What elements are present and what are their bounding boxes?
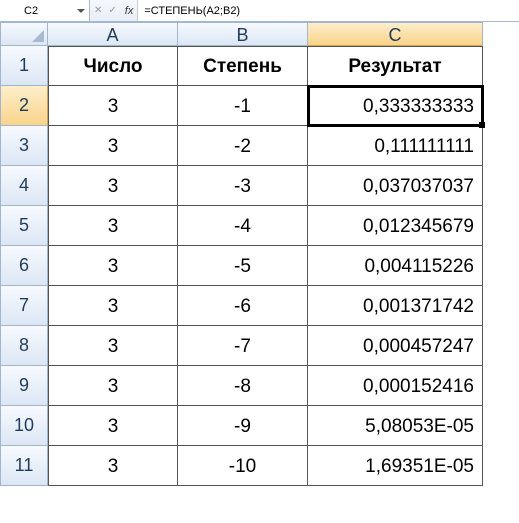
cell-c7[interactable]: 0,001371742 bbox=[308, 286, 483, 326]
cell-a2[interactable]: 3 bbox=[48, 86, 178, 126]
cell-c4[interactable]: 0,037037037 bbox=[308, 166, 483, 206]
row-header-7[interactable]: 7 bbox=[0, 286, 48, 326]
cell-a11[interactable]: 3 bbox=[48, 446, 178, 486]
cell-c6[interactable]: 0,004115226 bbox=[308, 246, 483, 286]
cell-b1[interactable]: Степень bbox=[178, 46, 308, 86]
column-header-a[interactable]: A bbox=[48, 22, 178, 46]
row-header-2[interactable]: 2 bbox=[0, 86, 48, 126]
cell-b10[interactable]: -9 bbox=[178, 406, 308, 446]
cell-c5[interactable]: 0,012345679 bbox=[308, 206, 483, 246]
cell-c11[interactable]: 1,69351E-05 bbox=[308, 446, 483, 486]
formula-bar: C2 ✕ ✓ fx =СТЕПЕНЬ(A2;B2) bbox=[0, 0, 519, 22]
cell-c3[interactable]: 0,111111111 bbox=[308, 126, 483, 166]
row-header-10[interactable]: 10 bbox=[0, 406, 48, 446]
row-header-5[interactable]: 5 bbox=[0, 206, 48, 246]
cell-a9[interactable]: 3 bbox=[48, 366, 178, 406]
name-box[interactable]: C2 bbox=[0, 0, 90, 21]
cell-c8[interactable]: 0,000457247 bbox=[308, 326, 483, 366]
cell-b2[interactable]: -1 bbox=[178, 86, 308, 126]
cell-b8[interactable]: -7 bbox=[178, 326, 308, 366]
cell-a7[interactable]: 3 bbox=[48, 286, 178, 326]
spreadsheet-grid: A B C 1 Число Степень Результат 2 3 -1 0… bbox=[0, 22, 519, 486]
fx-button[interactable]: fx bbox=[125, 5, 134, 17]
row-header-3[interactable]: 3 bbox=[0, 126, 48, 166]
cell-a6[interactable]: 3 bbox=[48, 246, 178, 286]
cell-b11[interactable]: -10 bbox=[178, 446, 308, 486]
row-header-4[interactable]: 4 bbox=[0, 166, 48, 206]
cell-a10[interactable]: 3 bbox=[48, 406, 178, 446]
cell-c1[interactable]: Результат bbox=[308, 46, 483, 86]
cell-b5[interactable]: -4 bbox=[178, 206, 308, 246]
row-header-6[interactable]: 6 bbox=[0, 246, 48, 286]
cell-a1[interactable]: Число bbox=[48, 46, 178, 86]
cell-b6[interactable]: -5 bbox=[178, 246, 308, 286]
cell-a5[interactable]: 3 bbox=[48, 206, 178, 246]
cell-b9[interactable]: -8 bbox=[178, 366, 308, 406]
cancel-icon[interactable]: ✕ bbox=[94, 5, 102, 16]
cell-b3[interactable]: -2 bbox=[178, 126, 308, 166]
cell-c9[interactable]: 0,000152416 bbox=[308, 366, 483, 406]
cell-b7[interactable]: -6 bbox=[178, 286, 308, 326]
cell-c2[interactable]: 0,333333333 bbox=[308, 86, 483, 126]
cell-a3[interactable]: 3 bbox=[48, 126, 178, 166]
select-all-corner[interactable] bbox=[0, 22, 48, 46]
row-header-1[interactable]: 1 bbox=[0, 46, 48, 86]
cell-a8[interactable]: 3 bbox=[48, 326, 178, 366]
accept-icon[interactable]: ✓ bbox=[108, 5, 116, 16]
column-header-c[interactable]: C bbox=[308, 22, 483, 46]
cell-b4[interactable]: -3 bbox=[178, 166, 308, 206]
column-header-b[interactable]: B bbox=[178, 22, 308, 46]
row-header-9[interactable]: 9 bbox=[0, 366, 48, 406]
formula-controls: ✕ ✓ fx bbox=[90, 0, 137, 21]
cell-c10[interactable]: 5,08053E-05 bbox=[308, 406, 483, 446]
cell-a4[interactable]: 3 bbox=[48, 166, 178, 206]
row-header-8[interactable]: 8 bbox=[0, 326, 48, 366]
formula-input[interactable]: =СТЕПЕНЬ(A2;B2) bbox=[137, 0, 519, 21]
row-header-11[interactable]: 11 bbox=[0, 446, 48, 486]
